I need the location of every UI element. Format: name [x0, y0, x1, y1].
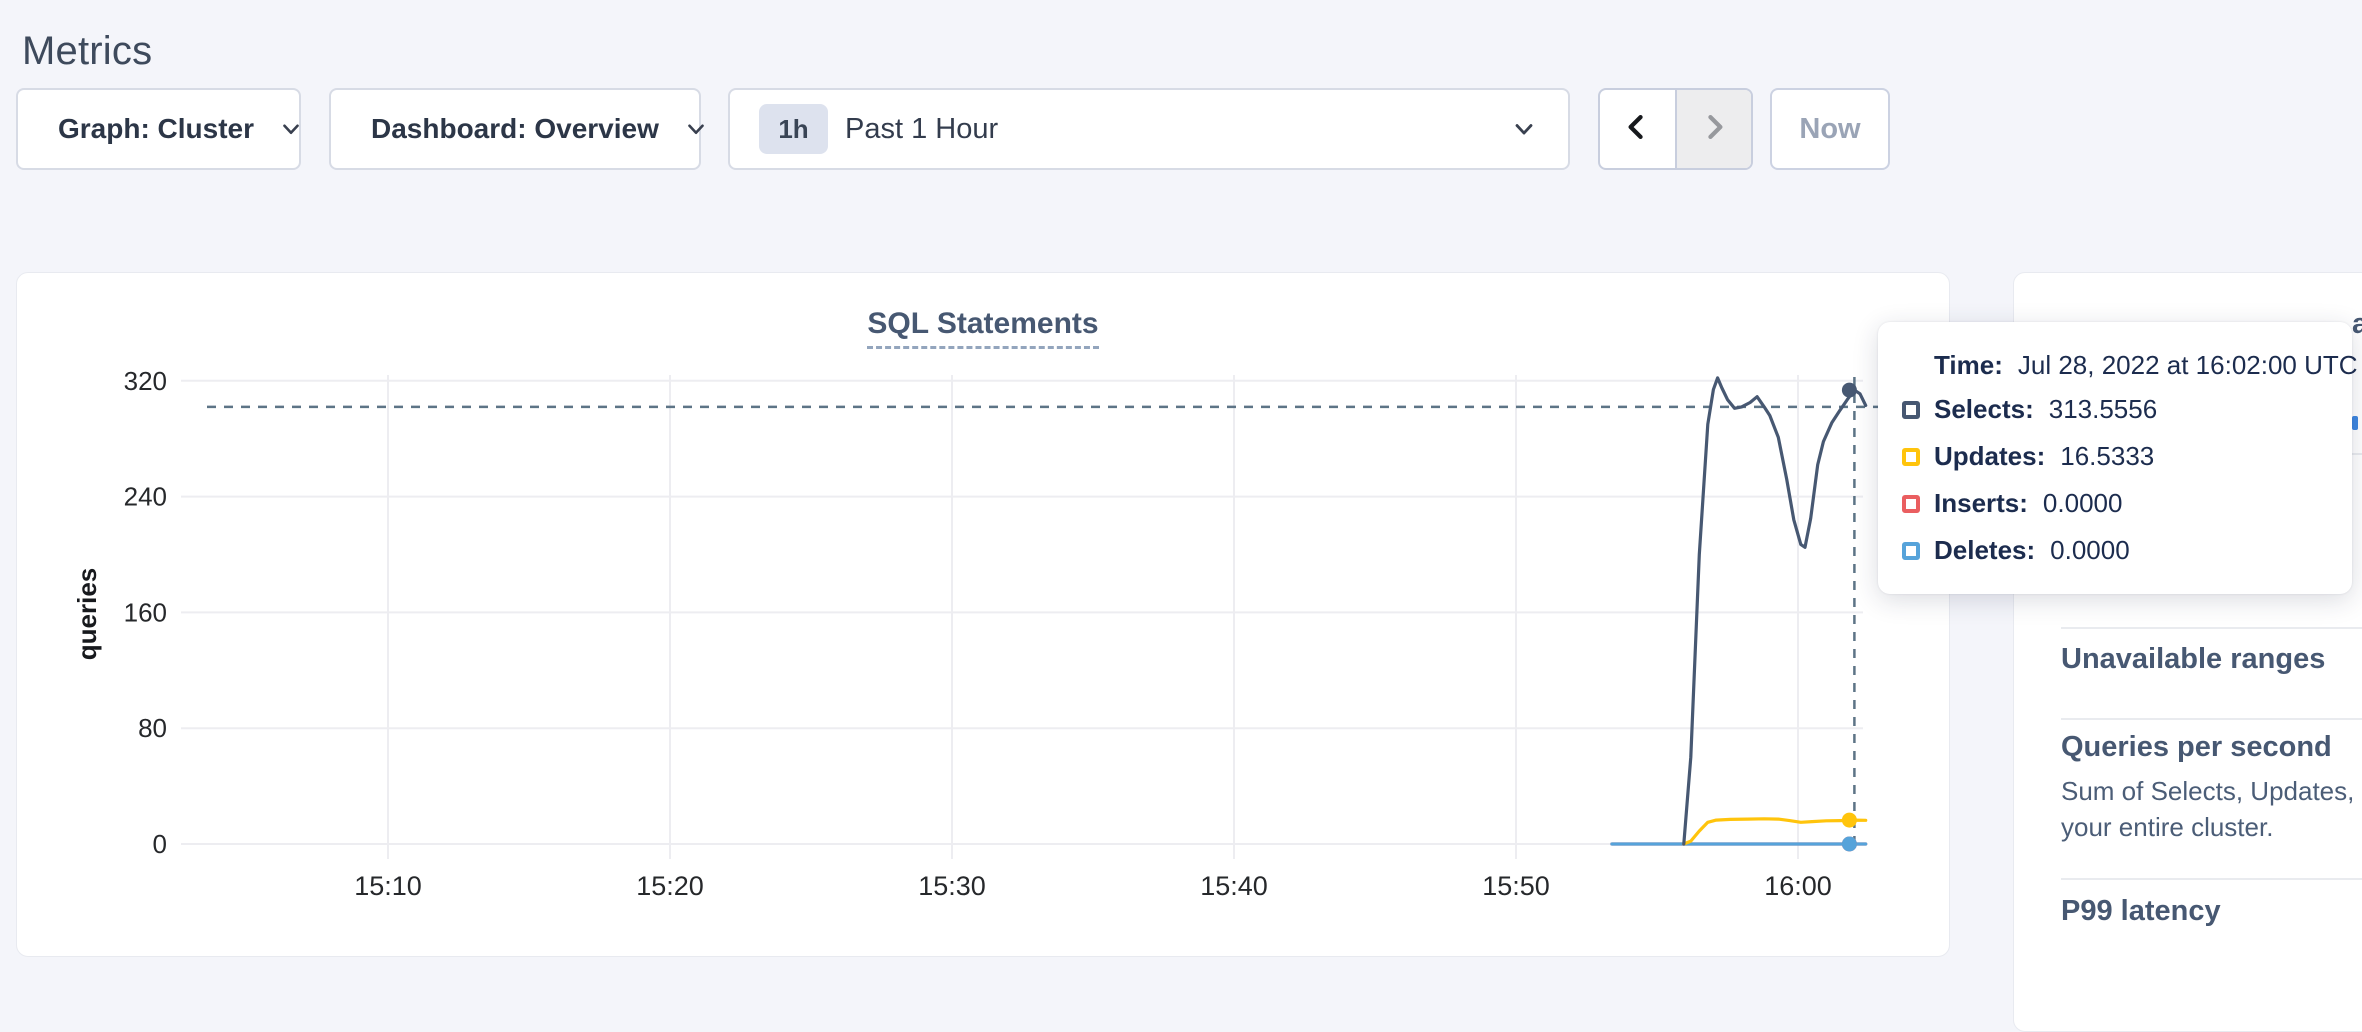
dashboard-dropdown-label: Dashboard: Overview [371, 113, 659, 145]
svg-text:160: 160 [124, 597, 167, 627]
time-range-badge: 1h [759, 104, 828, 154]
tooltip-inserts-row: Inserts: 0.0000 [1878, 480, 2352, 527]
svg-text:320: 320 [124, 366, 167, 396]
time-range-label: Past 1 Hour [845, 113, 998, 146]
svg-text:15:10: 15:10 [354, 871, 422, 901]
tooltip-deletes-row: Deletes: 0.0000 [1878, 527, 2352, 574]
tooltip-time-value: Jul 28, 2022 at 16:02:00 UTC [2018, 350, 2358, 381]
tooltip-selects-row: Selects: 313.5556 [1878, 386, 2352, 433]
tooltip-time-label: Time: [1934, 350, 2003, 381]
svg-text:240: 240 [124, 482, 167, 512]
sidebar-description-line: your entire cluster. [2061, 809, 2273, 845]
sidebar-divider [2061, 718, 2362, 720]
tooltip-updates-row: Updates: 16.5333 [1878, 433, 2352, 480]
svg-text:0: 0 [153, 829, 167, 859]
chevron-left-icon [1620, 110, 1654, 149]
svg-text:80: 80 [138, 713, 167, 743]
chevron-down-icon [1510, 115, 1538, 143]
sidebar-divider [2061, 627, 2362, 629]
svg-text:15:20: 15:20 [636, 871, 704, 901]
chart-tooltip: Time: Jul 28, 2022 at 16:02:00 UTC Selec… [1878, 322, 2352, 594]
sidebar-heading-p99-latency: P99 latency [2061, 895, 2221, 928]
time-window-arrows [1598, 88, 1753, 170]
sql-statements-chart[interactable]: 0 80 160 240 320 15:10 15:20 15:30 15:40 15:50 16:… [17, 273, 1951, 958]
svg-text:15:40: 15:40 [1200, 871, 1268, 901]
clipped-sidebar-text-fragment: a [2352, 308, 2362, 341]
tooltip-deletes-value: 0.0000 [2050, 535, 2130, 566]
time-back-button[interactable] [1600, 90, 1675, 168]
inserts-swatch [1902, 495, 1920, 513]
tooltip-deletes-label: Deletes: [1934, 535, 2035, 566]
sidebar-description-line: Sum of Selects, Updates, Inserts and Del… [2061, 773, 2362, 809]
now-button[interactable]: Now [1770, 88, 1890, 170]
chevron-down-icon [683, 116, 709, 142]
sql-statements-chart-card: SQL Statements 08016024032015:1015:2015:… [16, 272, 1950, 957]
svg-text:15:30: 15:30 [918, 871, 986, 901]
tooltip-selects-label: Selects: [1934, 394, 2034, 425]
dashboard-dropdown[interactable]: Dashboard: Overview [329, 88, 701, 170]
selects-swatch [1902, 401, 1920, 419]
chevron-right-icon [1697, 110, 1731, 149]
updates-swatch [1902, 448, 1920, 466]
tooltip-inserts-label: Inserts: [1934, 488, 2028, 519]
svg-text:queries: queries [72, 568, 102, 661]
sidebar-divider [2061, 878, 2362, 880]
graph-scope-dropdown[interactable]: Graph: Cluster [16, 88, 301, 170]
sidebar-heading-unavailable-ranges: Unavailable ranges [2061, 643, 2325, 676]
deletes-swatch [1902, 542, 1920, 560]
tooltip-updates-value: 16.5333 [2060, 441, 2154, 472]
sidebar-heading-queries-per-second: Queries per second [2061, 731, 2332, 764]
tooltip-updates-label: Updates: [1934, 441, 2045, 472]
chevron-down-icon [278, 116, 304, 142]
svg-text:15:50: 15:50 [1482, 871, 1550, 901]
tooltip-selects-value: 313.5556 [2049, 394, 2157, 425]
time-forward-button[interactable] [1675, 90, 1752, 168]
svg-text:16:00: 16:00 [1764, 871, 1832, 901]
time-range-selector[interactable]: 1h Past 1 Hour [728, 88, 1570, 170]
graph-scope-dropdown-label: Graph: Cluster [58, 113, 254, 145]
clipped-blue-text-fragment [2352, 416, 2358, 430]
tooltip-time-row: Time: Jul 28, 2022 at 16:02:00 UTC [1878, 344, 2352, 386]
page-title: Metrics [22, 29, 152, 74]
tooltip-inserts-value: 0.0000 [2043, 488, 2123, 519]
